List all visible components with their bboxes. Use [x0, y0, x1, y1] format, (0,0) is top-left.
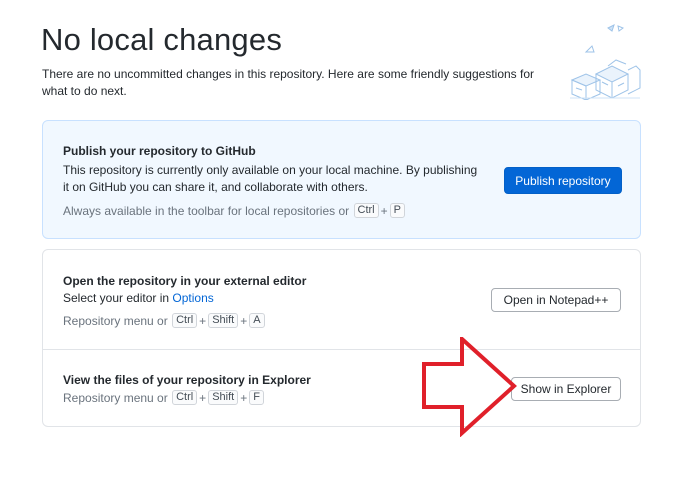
shortcut-key-ctrl: Ctrl [172, 390, 198, 405]
empty-state-illustration [570, 24, 641, 100]
page-title: No local changes [41, 22, 283, 57]
editor-description-text: Select your editor in [63, 291, 170, 305]
publish-repository-card: Publish your repository to GitHub This r… [42, 120, 641, 239]
shortcut-key-ctrl: Ctrl [172, 313, 198, 328]
explorer-heading: View the files of your repository in Exp… [63, 373, 311, 387]
shortcut-key-shift: Shift [208, 390, 239, 405]
publish-description: This repository is currently only availa… [63, 163, 478, 194]
editor-hint: Repository menu or Ctrl + Shift + A [63, 313, 266, 328]
page-subtitle: There are no uncommitted changes in this… [42, 67, 535, 98]
publish-hint: Always available in the toolbar for loca… [63, 203, 406, 218]
editor-hint-text: Repository menu or [63, 313, 168, 328]
shortcut-plus: + [199, 313, 207, 328]
explorer-hint-text: Repository menu or [63, 390, 168, 405]
shortcut-plus: + [380, 203, 388, 218]
editor-heading: Open the repository in your external edi… [63, 274, 307, 288]
shortcut-plus: + [240, 390, 248, 405]
shortcut-plus: + [199, 390, 207, 405]
shortcut-key-a: A [249, 313, 265, 328]
shortcut-plus: + [240, 313, 248, 328]
suggestions-card: Open the repository in your external edi… [42, 249, 641, 427]
publish-repository-button[interactable]: Publish repository [504, 167, 622, 194]
shortcut-key-ctrl: Ctrl [353, 203, 379, 218]
publish-hint-text: Always available in the toolbar for loca… [63, 203, 350, 218]
divider [43, 349, 640, 350]
editor-description: Select your editor in Options [63, 290, 214, 307]
show-in-explorer-button[interactable]: Show in Explorer [511, 377, 621, 401]
options-link[interactable]: Options [172, 291, 213, 305]
explorer-hint: Repository menu or Ctrl + Shift + F [63, 390, 265, 405]
open-in-editor-button[interactable]: Open in Notepad++ [491, 288, 621, 312]
shortcut-key-shift: Shift [208, 313, 239, 328]
shortcut-key-p: P [389, 203, 405, 218]
shortcut-key-f: F [249, 390, 264, 405]
annotation-arrow-icon [422, 337, 517, 437]
publish-heading: Publish your repository to GitHub [63, 144, 256, 158]
